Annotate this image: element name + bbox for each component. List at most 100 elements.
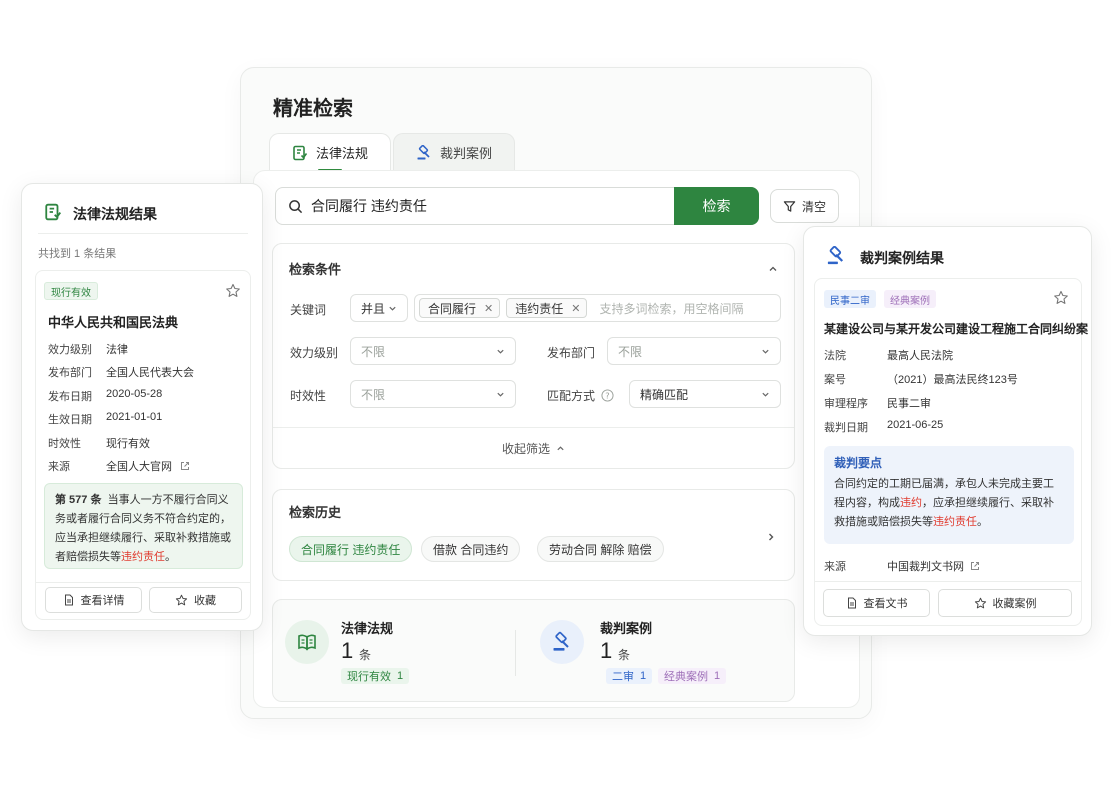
favorite-button[interactable]: 收藏 [149, 587, 242, 613]
article-excerpt: 第 577 条 当事人一方不履行合同义务或者履行合同义务不符合约定的，应当承担继… [44, 483, 243, 569]
field-value: 2020-05-28 [106, 388, 163, 400]
law-book-icon [44, 203, 62, 221]
keyword-chip[interactable]: 合同履行 ✕ [419, 298, 501, 318]
keyword-chip[interactable]: 违约责任 ✕ [506, 298, 588, 318]
case-results-card: 裁判案例结果 民事二审 经典案例 某建设公司与某开发公司建设工程施工合同纠纷案 … [803, 226, 1092, 636]
match-label-group: 匹配方式 ? [547, 387, 614, 404]
star-icon [175, 594, 188, 607]
close-icon[interactable]: ✕ [571, 302, 580, 315]
gavel-icon [826, 246, 846, 266]
field-key: 发布部门 [48, 367, 92, 379]
law-book-icon [292, 145, 308, 161]
view-document-button[interactable]: 查看文书 [823, 589, 930, 617]
highlight-term: 违约 [900, 497, 922, 509]
source-link[interactable]: 全国人大官网 [106, 458, 190, 474]
button-label: 查看文书 [863, 598, 908, 610]
chip-label: 合同履行 [428, 301, 477, 316]
help-icon[interactable]: ? [601, 389, 614, 402]
point-text-part: 。 [977, 516, 988, 528]
history-item[interactable]: 劳动合同 解除 赔偿 [537, 536, 664, 562]
external-link-icon [970, 561, 980, 571]
divider [515, 630, 516, 676]
field-value: 现行有效 [106, 438, 150, 450]
highlight-term: 违约责任 [121, 551, 165, 563]
badge-label: 经典案例 [664, 671, 708, 683]
logic-select[interactable]: 并且 [350, 294, 408, 322]
case-tag: 民事二审 [824, 290, 876, 308]
chevron-down-icon [761, 390, 770, 399]
summary-cases-name: 裁判案例 [600, 621, 653, 636]
key-points-title: 裁判要点 [834, 456, 883, 470]
search-button[interactable]: 检索 [674, 187, 759, 225]
chevron-down-icon [761, 347, 770, 356]
validity-value: 不限 [361, 387, 386, 402]
field-key: 发布日期 [48, 391, 92, 403]
history-title: 检索历史 [289, 505, 342, 520]
result-count: 共找到 1 条结果 [38, 248, 117, 260]
close-icon[interactable]: ✕ [484, 302, 493, 315]
clear-button[interactable]: 清空 [770, 189, 839, 223]
field-key: 法院 [824, 350, 846, 362]
keyword-label: 关键词 [290, 303, 327, 317]
field-key: 裁判日期 [824, 422, 868, 434]
conditions-title: 检索条件 [289, 262, 342, 277]
tab-label: 法律法规 [316, 146, 369, 161]
level-select[interactable]: 不限 [350, 337, 516, 365]
search-conditions: 检索条件 关键词 并且 合同履行 ✕ 违约责任 ✕ 支持多词检索，用空格间隔 效力级… [272, 243, 795, 469]
chevron-down-icon [496, 347, 505, 356]
source-value: 中国裁判文书网 [887, 561, 964, 573]
badge-count: 1 [640, 670, 647, 682]
match-select[interactable]: 精确匹配 [629, 380, 781, 408]
case-tag: 经典案例 [884, 290, 936, 308]
history-item[interactable]: 合同履行 违约责任 [289, 536, 413, 562]
keyword-placeholder: 支持多词检索，用空格间隔 [599, 301, 744, 316]
button-label: 查看详情 [80, 595, 125, 607]
document-icon [846, 597, 858, 609]
summary-laws-count: 1 [341, 638, 354, 663]
view-detail-button[interactable]: 查看详情 [45, 587, 142, 613]
summary-cases-badge: 二审 1 [606, 668, 653, 684]
chip-label: 违约责任 [515, 301, 564, 316]
match-value: 精确匹配 [640, 387, 689, 402]
field-key: 时效性 [48, 438, 81, 450]
summary-cases-unit: 条 [618, 648, 631, 662]
badge-label: 现行有效 [347, 671, 391, 683]
favorite-case-button[interactable]: 收藏案例 [938, 589, 1072, 617]
star-icon[interactable] [1053, 290, 1069, 306]
document-icon [63, 594, 75, 606]
field-value: 全国人民代表大会 [106, 367, 194, 379]
field-key: 来源 [48, 461, 70, 473]
source-link[interactable]: 中国裁判文书网 [887, 558, 980, 574]
field-key: 案号 [824, 374, 846, 386]
field-value: 2021-01-01 [106, 411, 163, 423]
chevron-right-icon[interactable] [758, 524, 784, 550]
logic-value: 并且 [361, 301, 386, 316]
summary-laws-name: 法律法规 [341, 621, 394, 636]
tab-laws[interactable]: 法律法规 [269, 133, 392, 171]
chevron-up-icon [556, 444, 565, 453]
tab-cases[interactable]: 裁判案例 [393, 133, 516, 171]
field-value: 2021-06-25 [887, 419, 944, 431]
badge-count: 1 [714, 670, 721, 682]
search-history: 检索历史 合同履行 违约责任 借款 合同违约 劳动合同 解除 赔偿 [272, 489, 795, 581]
history-item[interactable]: 借款 合同违约 [421, 536, 521, 562]
validity-select[interactable]: 不限 [350, 380, 516, 408]
status-badge: 现行有效 [44, 282, 98, 300]
law-results-card: 法律法规结果 共找到 1 条结果 现行有效 中华人民共和国民法典 效力级别 法律… [21, 183, 263, 631]
chevron-up-icon[interactable] [768, 264, 778, 274]
keyword-tag-input[interactable]: 合同履行 ✕ 违约责任 ✕ 支持多词检索，用空格间隔 [414, 294, 781, 322]
badge-count: 1 [397, 670, 404, 682]
chevron-down-icon [496, 390, 505, 399]
star-icon[interactable] [225, 283, 241, 299]
search-panel: 精准检索 法律法规 裁判案例 合同履行 违约责任 检索 清空 检索条件 关键词 [240, 67, 872, 719]
filter-icon [783, 200, 796, 213]
page-title: 精准检索 [273, 98, 353, 120]
case-name: 某建设公司与某开发公司建设工程施工合同纠纷案 [824, 322, 1089, 336]
law-book-icon [285, 620, 329, 664]
source-value: 全国人大官网 [106, 461, 172, 473]
field-value: 最高人民法院 [887, 350, 953, 362]
gavel-icon [416, 144, 432, 161]
collapse-filter-button[interactable]: 收起筛选 [273, 440, 794, 457]
summary-laws-badge: 现行有效 1 [341, 668, 410, 684]
dept-select[interactable]: 不限 [607, 337, 781, 365]
